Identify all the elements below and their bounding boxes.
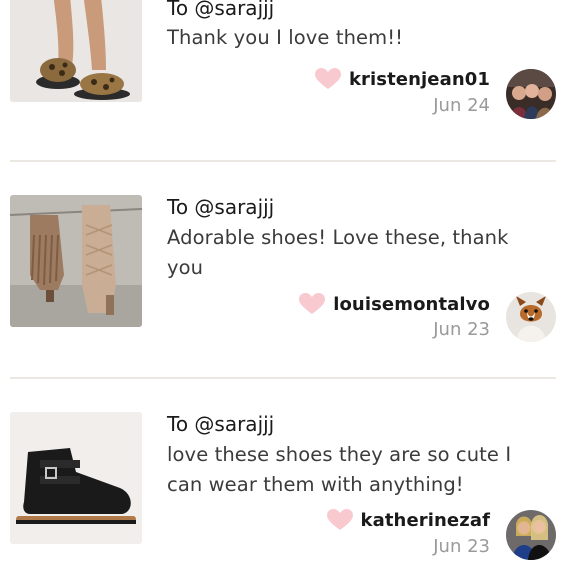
recipient-line: To @sarajjj (167, 412, 275, 436)
author-row: kristenjean01 (314, 68, 490, 90)
divider (10, 377, 556, 379)
recipient-line: To @sarajjj (167, 195, 275, 219)
review-date: Jun 24 (433, 95, 490, 116)
author-row: louisemontalvo (299, 293, 490, 315)
product-image[interactable] (10, 412, 142, 544)
review-item: To @sarajjj love these shoes they are so… (0, 412, 580, 560)
product-image[interactable] (10, 0, 142, 102)
username-link[interactable]: kristenjean01 (349, 69, 490, 90)
two-people-photo-avatar (506, 510, 556, 560)
divider (10, 160, 556, 162)
review-message: Thank you I love them!! (167, 26, 404, 49)
user-avatar[interactable] (506, 510, 556, 560)
username-link[interactable]: katherinezaf (361, 510, 490, 531)
review-message: Adorable shoes! Love these, thank you (167, 226, 509, 279)
username-link[interactable]: louisemontalvo (333, 294, 490, 315)
black-strap-sandal-icon (10, 412, 142, 544)
user-avatar[interactable] (506, 69, 556, 119)
fringe-lace-up-heels-icon (10, 195, 142, 327)
review-item: To @sarajjj Thank you I love them!! kris… (0, 0, 580, 119)
product-image[interactable] (10, 195, 142, 327)
user-avatar[interactable] (506, 292, 556, 342)
review-date: Jun 23 (433, 319, 490, 340)
author-row: katherinezaf (326, 509, 490, 531)
review-item: To @sarajjj Adorable shoes! Love these, … (0, 195, 580, 342)
review-date: Jun 23 (433, 536, 490, 557)
heart-icon[interactable] (314, 68, 341, 90)
dog-photo-avatar (506, 292, 556, 342)
heart-icon[interactable] (326, 509, 353, 531)
review-message: love these shoes they are so cute I can … (167, 443, 512, 496)
slide-sandal-leopard-icon (10, 0, 142, 102)
group-photo-avatar (506, 69, 556, 119)
recipient-line: To @sarajjj (167, 0, 275, 20)
heart-icon[interactable] (299, 293, 326, 315)
